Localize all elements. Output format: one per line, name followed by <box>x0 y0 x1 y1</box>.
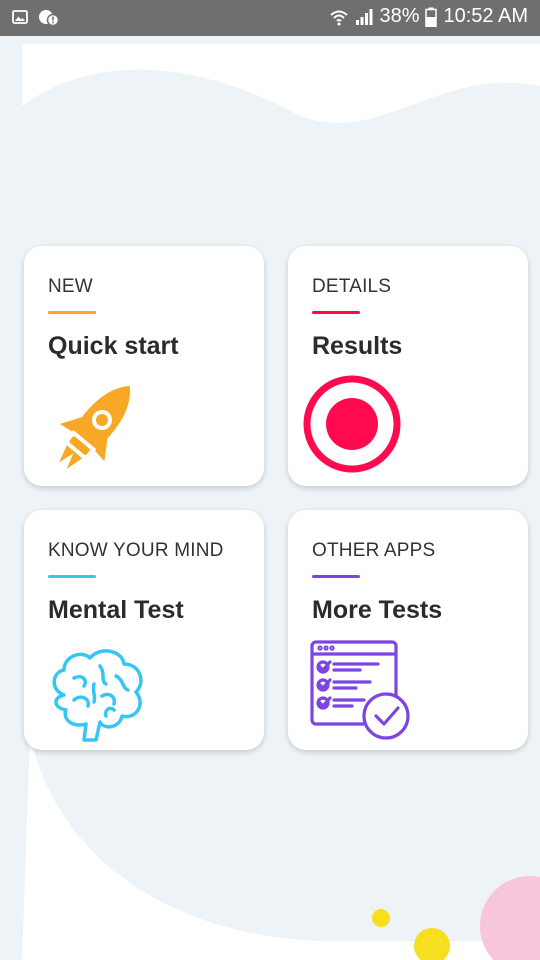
accent-rule <box>48 575 96 578</box>
card-title: Results <box>312 332 403 360</box>
background-blob <box>0 36 540 960</box>
card-title: Mental Test <box>48 596 184 624</box>
home-screen: NEW Quick start DETAILS Results KNOW YOU… <box>0 36 540 960</box>
rocket-icon <box>59 385 131 469</box>
card-eyebrow: OTHER APPS <box>312 540 436 561</box>
wifi-icon <box>330 10 349 25</box>
card-eyebrow: KNOW YOUR MIND <box>48 540 224 561</box>
card-title: Quick start <box>48 332 179 360</box>
clock: 10:52 AM <box>443 5 528 27</box>
battery-icon <box>425 7 438 27</box>
card-eyebrow: NEW <box>48 276 93 297</box>
accent-rule <box>312 575 360 578</box>
checklist-icon <box>310 640 410 740</box>
record-icon <box>303 375 401 473</box>
alert-badge-icon <box>39 10 60 26</box>
battery-percent: 38% <box>379 5 420 27</box>
yellow-dot-small <box>372 909 390 927</box>
accent-rule <box>48 311 96 314</box>
card-eyebrow: DETAILS <box>312 276 392 297</box>
signal-icon <box>356 8 373 25</box>
gallery-icon <box>12 10 28 24</box>
card-more-tests[interactable]: OTHER APPS More Tests <box>288 510 528 750</box>
card-title: More Tests <box>312 596 443 624</box>
card-quick-start[interactable]: NEW Quick start <box>24 246 264 486</box>
card-mental-test[interactable]: KNOW YOUR MIND Mental Test <box>24 510 264 750</box>
accent-rule <box>312 311 360 314</box>
status-bar: 38% 10:52 AM <box>0 0 540 36</box>
brain-icon <box>52 649 143 742</box>
card-results[interactable]: DETAILS Results <box>288 246 528 486</box>
